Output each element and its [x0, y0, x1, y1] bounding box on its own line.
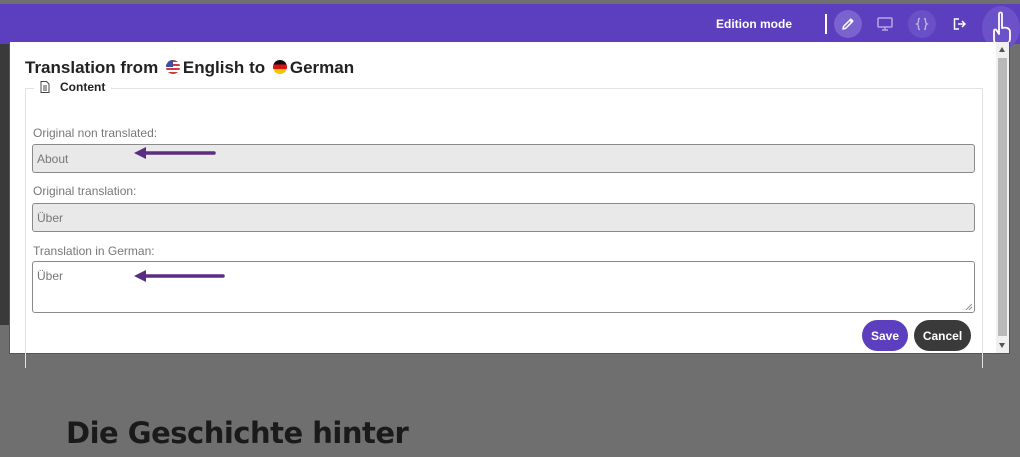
title-prefix: Translation from	[25, 58, 159, 77]
scroll-up-icon[interactable]	[999, 47, 1005, 52]
background-heading: Die Geschichte hinter	[66, 416, 409, 450]
logout-button[interactable]	[945, 10, 973, 38]
edition-mode-label: Edition mode	[716, 17, 792, 31]
resize-handle-icon[interactable]	[965, 303, 972, 310]
title-connector: to	[249, 58, 266, 77]
dialog-scrollbar[interactable]	[996, 42, 1009, 353]
toolbar-divider	[825, 14, 827, 34]
content-legend-label: Content	[60, 80, 106, 94]
cancel-button[interactable]: Cancel	[914, 320, 971, 351]
pencil-icon	[842, 18, 854, 30]
german-flag-icon	[272, 60, 287, 74]
original-translation-field[interactable]: Über	[32, 203, 975, 232]
content-legend: Content	[34, 80, 112, 94]
source-language: English	[182, 58, 245, 77]
save-button[interactable]: Save	[862, 320, 908, 351]
scroll-down-icon[interactable]	[999, 343, 1005, 348]
edit-mode-button[interactable]	[834, 10, 862, 38]
translation-text: Über	[37, 269, 64, 283]
edition-toolbar: Edition mode	[0, 4, 1020, 50]
document-icon	[40, 81, 50, 93]
translation-dialog: Translation from English to German Conte…	[9, 42, 1010, 368]
translation-label: Translation in German:	[33, 244, 155, 258]
code-button[interactable]	[908, 10, 936, 38]
code-braces-icon	[914, 17, 930, 31]
annotation-arrow-icon	[134, 147, 216, 159]
dialog-title: Translation from English to German	[25, 58, 354, 78]
annotation-arrow-icon	[134, 270, 225, 282]
logout-icon	[953, 18, 967, 30]
monitor-icon	[877, 17, 893, 31]
us-flag-icon	[165, 60, 180, 74]
preview-button[interactable]	[871, 10, 899, 38]
original-translation-label: Original translation:	[33, 184, 137, 198]
original-label: Original non translated:	[33, 126, 158, 140]
background-left-strip	[0, 40, 9, 325]
scroll-thumb[interactable]	[998, 58, 1007, 336]
target-language: German	[289, 58, 355, 77]
